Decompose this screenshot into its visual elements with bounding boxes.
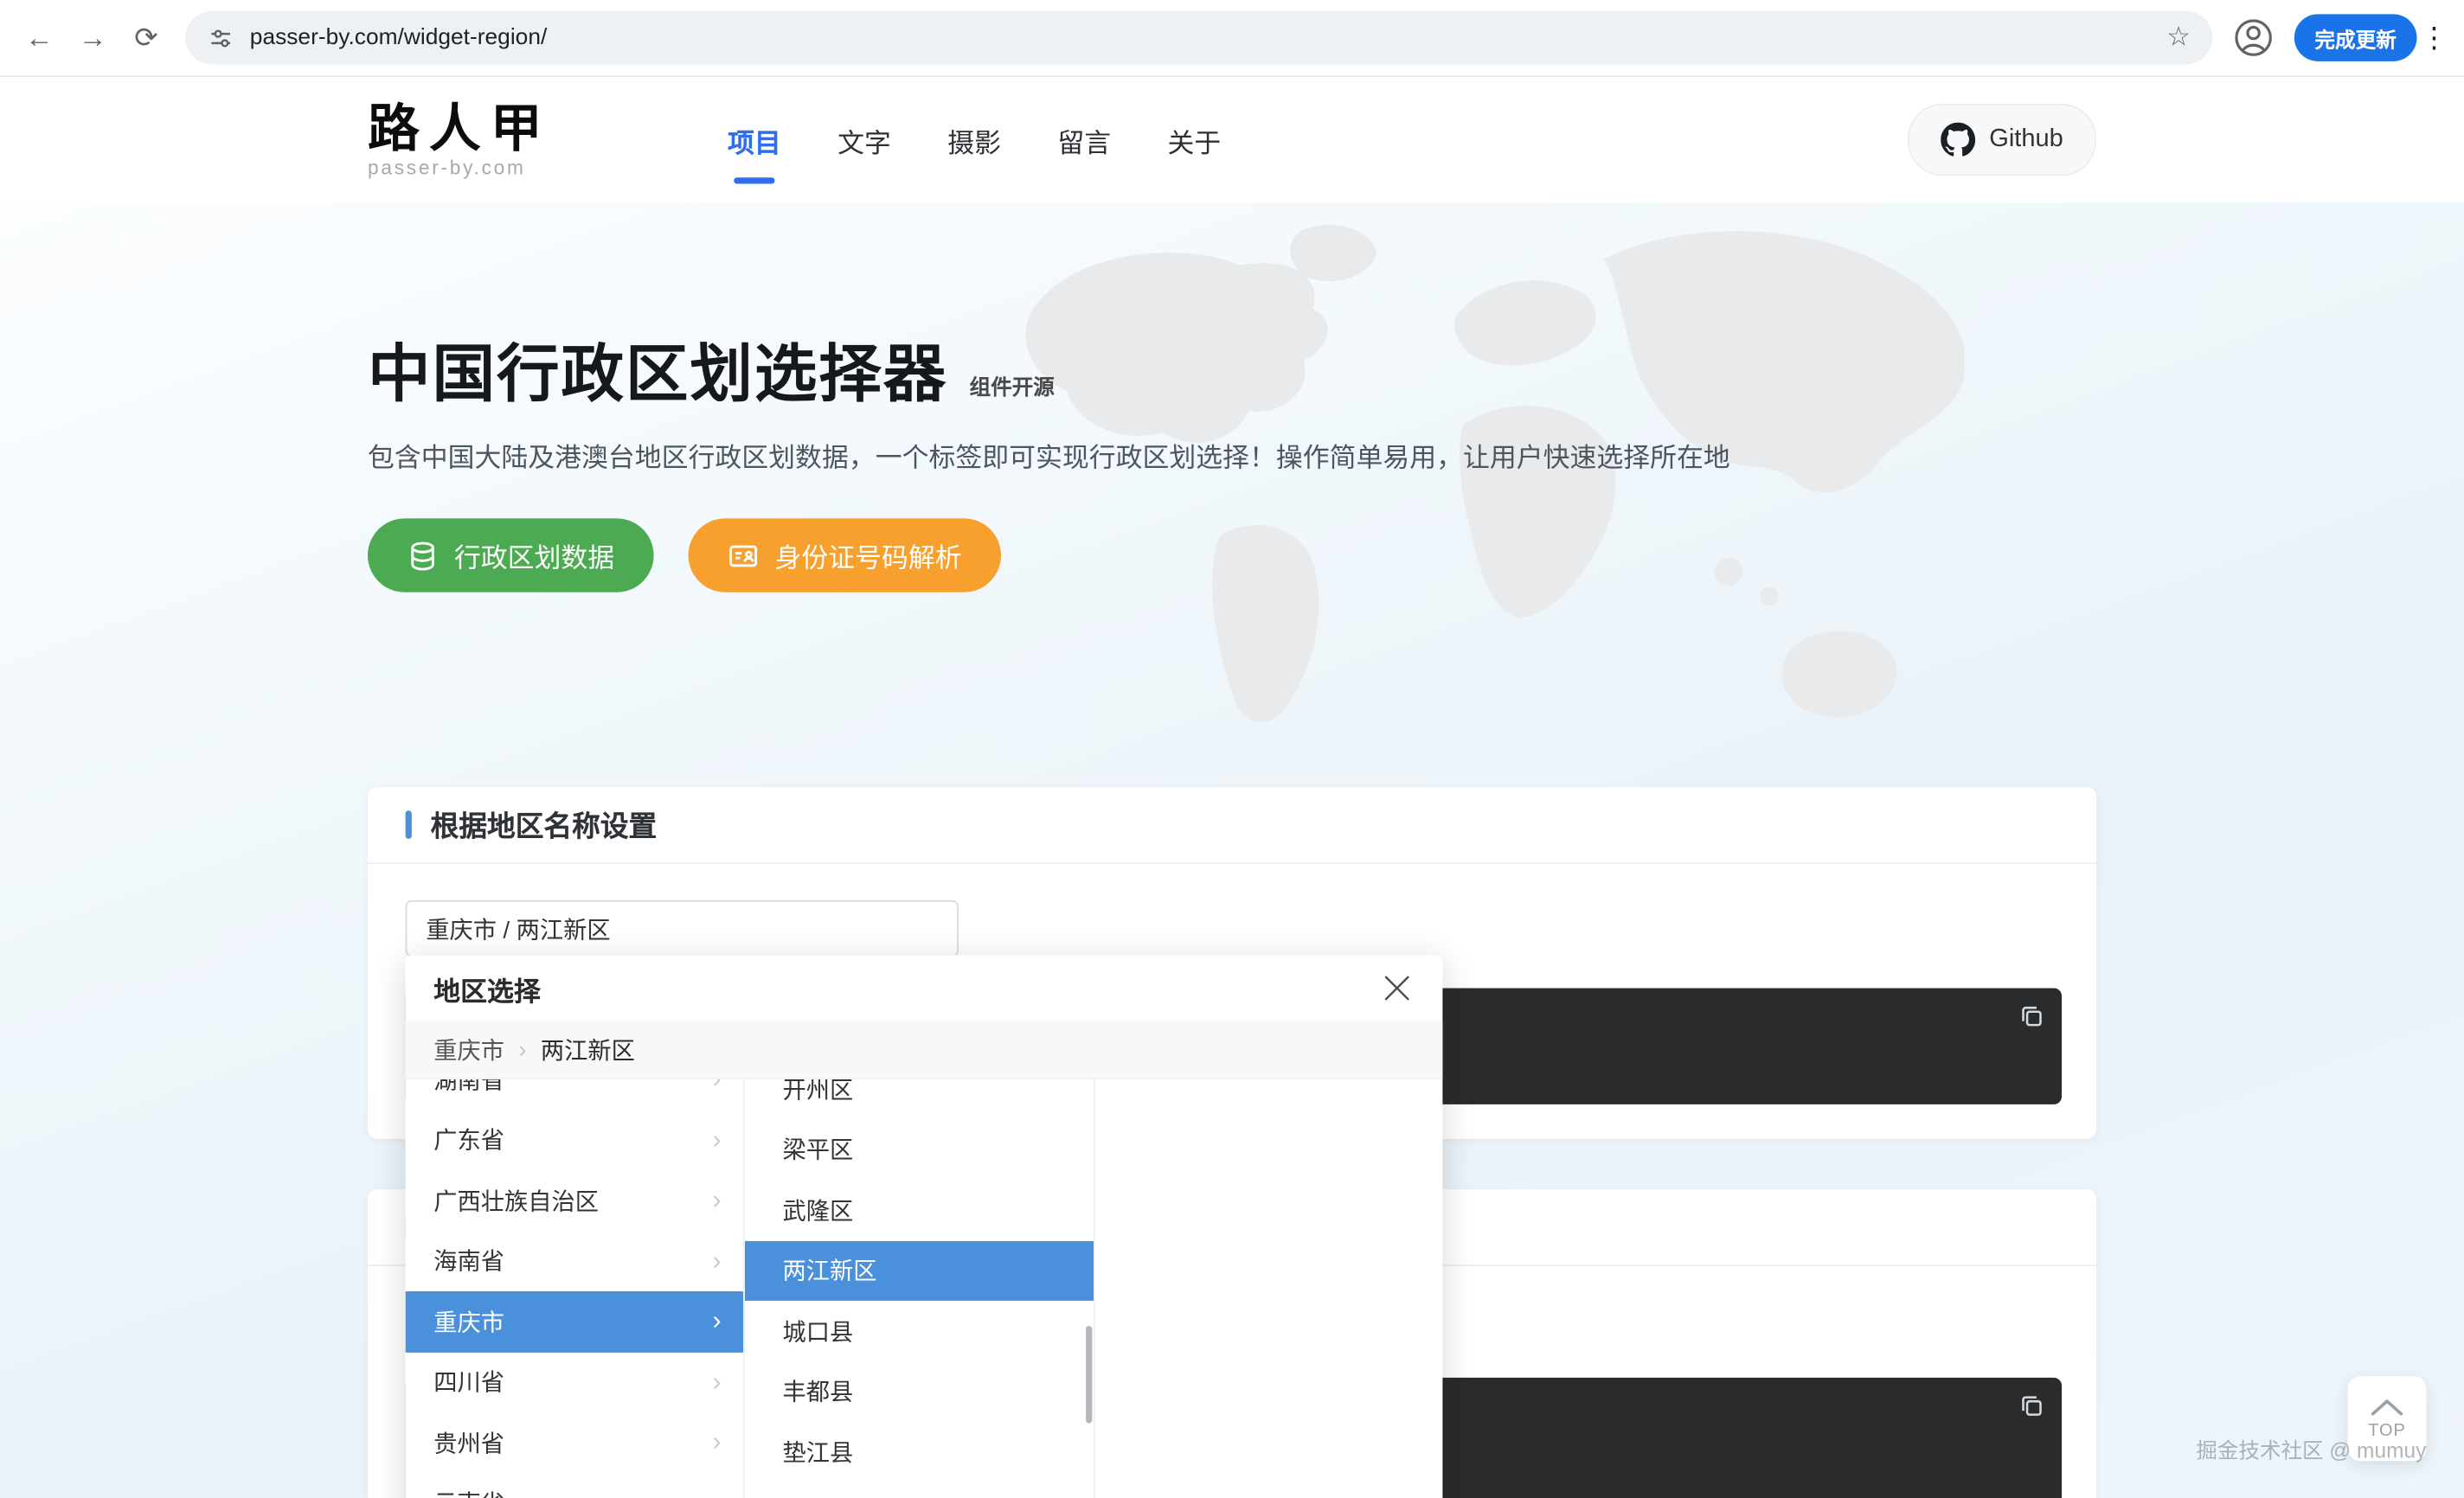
idcard-parse-label: 身份证号码解析	[774, 535, 961, 574]
github-icon	[1941, 123, 1975, 157]
region-picker-popup: 地区选择 重庆市 › 两江新区 湖南省› 广东省› 广西壮族自治区› 海南省› …	[406, 955, 1443, 1498]
nav-item-projects[interactable]: 项目	[728, 111, 781, 169]
picker-title: 地区选择	[433, 969, 541, 1008]
district-option[interactable]: 丰都县	[745, 1361, 1094, 1422]
chevron-up-icon	[2370, 1398, 2404, 1417]
open-source-badge: 组件开源	[970, 369, 1055, 413]
region-data-label: 行政区划数据	[454, 535, 614, 574]
province-column: 湖南省› 广东省› 广西壮族自治区› 海南省› 重庆市› 四川省› 贵州省› 云…	[406, 1079, 745, 1498]
region-input[interactable]	[406, 900, 959, 957]
page-title: 中国行政区划选择器	[368, 338, 947, 413]
next-level-column	[1095, 1079, 1442, 1498]
github-button[interactable]: Github	[1908, 104, 2096, 176]
chevron-right-icon: ›	[712, 1185, 721, 1216]
url-bar[interactable]: passer-by.com/widget-region/ ☆	[185, 11, 2212, 65]
district-option[interactable]: 武隆区	[745, 1180, 1094, 1240]
district-column: 开州区 梁平区 武隆区 两江新区 城口县 丰都县 垫江县	[745, 1079, 1095, 1498]
nav-item-about[interactable]: 关于	[1168, 111, 1222, 169]
site-settings-icon[interactable]	[208, 24, 234, 51]
watermark: 掘金技术社区 @ mumuy	[2196, 1432, 2426, 1463]
province-option[interactable]: 海南省›	[406, 1231, 744, 1291]
site-logo[interactable]: 路人甲 passer-by.com	[368, 101, 552, 178]
idcard-parse-button[interactable]: 身份证号码解析	[689, 518, 1001, 592]
chevron-right-icon: ›	[712, 1245, 721, 1277]
district-option[interactable]: 开州区	[745, 1079, 1094, 1119]
province-option-selected[interactable]: 重庆市›	[406, 1291, 744, 1352]
idcard-icon	[728, 540, 759, 571]
profile-avatar-icon[interactable]	[2231, 16, 2275, 60]
github-label: Github	[1989, 125, 2063, 154]
menu-kebab-icon[interactable]: ⋮	[2417, 11, 2452, 65]
province-option[interactable]: 湖南省›	[406, 1079, 744, 1110]
page-subtitle: 包含中国大陆及港澳台地区行政区划数据，一个标签即可实现行政区划选择！操作简单易用…	[368, 435, 2096, 474]
site-header: 路人甲 passer-by.com 项目 文字 摄影 留言 关于	[0, 77, 2464, 202]
chevron-right-icon: ›	[712, 1079, 721, 1096]
district-option[interactable]: 城口县	[745, 1301, 1094, 1361]
chevron-right-icon: ›	[712, 1367, 721, 1398]
hero-section: 中国行政区划选择器 组件开源 包含中国大陆及港澳台地区行政区划数据，一个标签即可…	[0, 202, 2464, 787]
main-nav: 项目 文字 摄影 留言 关于	[728, 111, 1221, 169]
picker-body: 湖南省› 广东省› 广西壮族自治区› 海南省› 重庆市› 四川省› 贵州省› 云…	[406, 1079, 1443, 1498]
section-title: 根据地区名称设置	[431, 804, 658, 845]
nav-item-guestbook[interactable]: 留言	[1057, 111, 1111, 169]
region-data-button[interactable]: 行政区划数据	[368, 518, 654, 592]
nav-item-writing[interactable]: 文字	[837, 111, 891, 169]
logo-title: 路人甲	[368, 101, 552, 153]
chevron-right-icon: ›	[712, 1306, 721, 1337]
database-icon	[407, 540, 438, 571]
copy-icon[interactable]	[2018, 1002, 2046, 1031]
chrome-update-button[interactable]: 完成更新	[2294, 14, 2417, 61]
section-accent-bar	[406, 810, 412, 839]
breadcrumb-province[interactable]: 重庆市	[433, 1033, 504, 1066]
back-icon[interactable]: ←	[13, 11, 67, 65]
close-icon[interactable]	[1380, 970, 1415, 1005]
province-option[interactable]: 四川省›	[406, 1352, 744, 1412]
screenshot-stage: ← → ⟳ passer-by.com/widget-region/ ☆ 完成更…	[0, 0, 2464, 1498]
copy-icon[interactable]	[2018, 1392, 2046, 1420]
url-text: passer-by.com/widget-region/	[250, 25, 548, 50]
chevron-right-icon: ›	[518, 1036, 526, 1063]
chevron-right-icon: ›	[712, 1488, 721, 1498]
district-option[interactable]: 梁平区	[745, 1119, 1094, 1180]
nav-item-photography[interactable]: 摄影	[947, 111, 1001, 169]
forward-icon[interactable]: →	[66, 11, 119, 65]
province-option[interactable]: 广西壮族自治区›	[406, 1170, 744, 1231]
district-option[interactable]: 垫江县	[745, 1422, 1094, 1482]
province-option[interactable]: 云南省›	[406, 1473, 744, 1498]
bookmark-star-icon[interactable]: ☆	[2166, 22, 2191, 53]
district-option-selected[interactable]: 两江新区	[745, 1240, 1094, 1301]
reload-icon[interactable]: ⟳	[119, 11, 173, 65]
province-option[interactable]: 广东省›	[406, 1110, 744, 1170]
picker-breadcrumb: 重庆市 › 两江新区	[406, 1021, 1443, 1079]
scrollbar-thumb[interactable]	[1086, 1326, 1092, 1424]
province-option[interactable]: 贵州省›	[406, 1412, 744, 1473]
chevron-right-icon: ›	[712, 1124, 721, 1156]
breadcrumb-district[interactable]: 两江新区	[541, 1033, 635, 1066]
chevron-right-icon: ›	[712, 1427, 721, 1458]
browser-toolbar: ← → ⟳ passer-by.com/widget-region/ ☆ 完成更…	[0, 0, 2464, 77]
logo-subtitle: passer-by.com	[368, 157, 552, 178]
